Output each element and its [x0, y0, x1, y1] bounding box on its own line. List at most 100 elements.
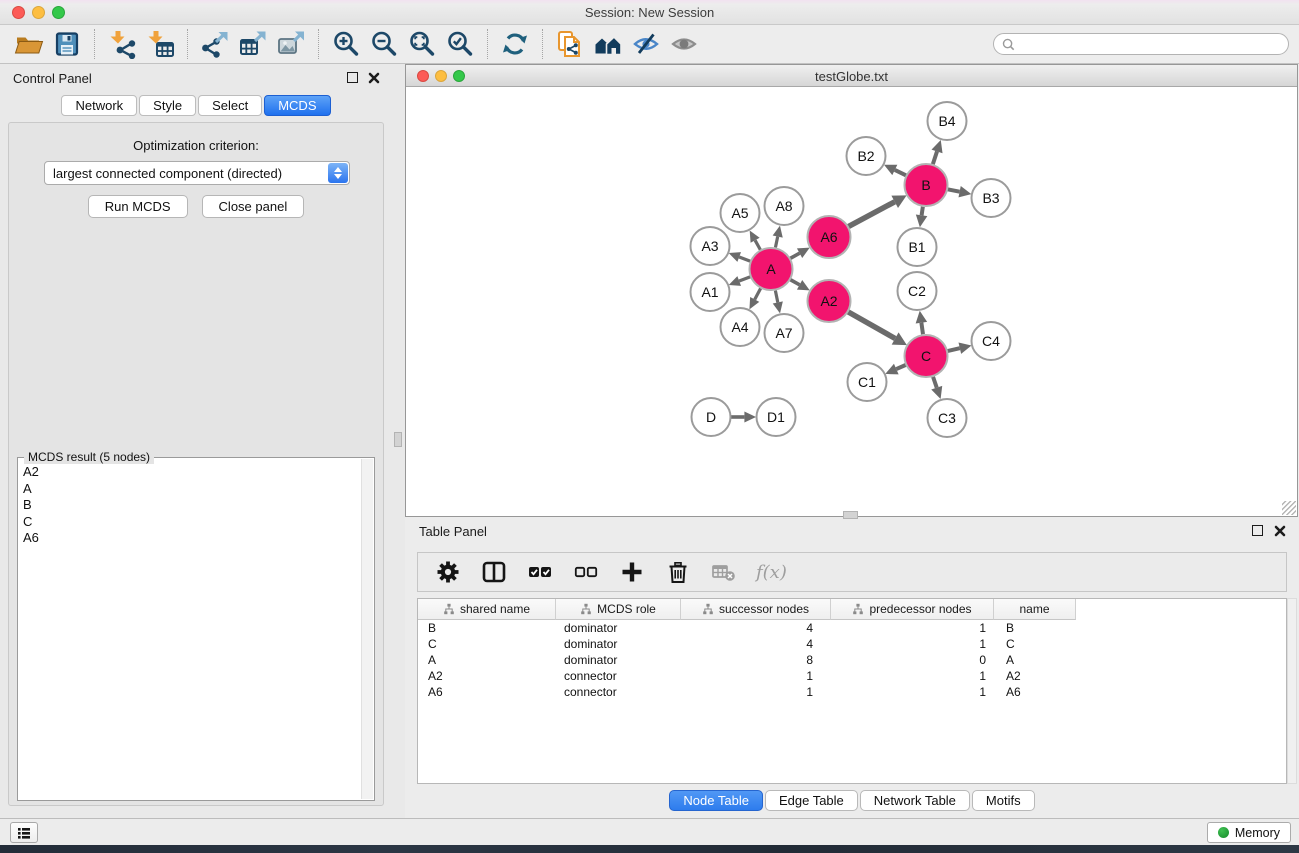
float-table-panel-icon[interactable] [1252, 525, 1263, 536]
result-scrollbar[interactable] [361, 459, 373, 799]
close-panel-icon[interactable] [368, 72, 380, 84]
show-eye-button[interactable] [665, 28, 703, 60]
table-cell[interactable]: 1 [681, 684, 831, 700]
graph-edge-A-A5[interactable] [750, 230, 761, 249]
table-row[interactable]: A6connector11A6 [418, 684, 1286, 700]
table-scrollbar[interactable] [1287, 598, 1297, 784]
graph-node-C2[interactable]: C2 [898, 272, 937, 310]
graph-edge-D-D1[interactable] [731, 412, 756, 423]
table-cell[interactable]: B [418, 620, 556, 636]
table-row[interactable]: Adominator80A [418, 652, 1286, 668]
table-cell[interactable]: 1 [831, 668, 994, 684]
graph-node-A2[interactable]: A2 [808, 280, 851, 322]
table-settings-button[interactable] [434, 559, 461, 586]
column-header-name[interactable]: name [994, 599, 1076, 620]
graph-node-B[interactable]: B [905, 164, 948, 206]
graph-node-C1[interactable]: C1 [848, 363, 887, 401]
export-table-button[interactable] [234, 28, 272, 60]
table-cell[interactable]: dominator [556, 636, 681, 652]
window-resize-grip[interactable] [1282, 501, 1296, 515]
column-header-shared-name[interactable]: shared name [418, 599, 556, 620]
column-header-predecessor-nodes[interactable]: predecessor nodes [831, 599, 994, 620]
graph-edge-A-A4[interactable] [749, 288, 760, 309]
graph-edge-A-A8[interactable] [773, 226, 783, 248]
delete-columns-button[interactable] [664, 559, 691, 586]
graph-node-C[interactable]: C [905, 335, 948, 377]
clone-network-button[interactable] [551, 28, 589, 60]
select-all-columns-button[interactable] [526, 559, 553, 586]
run-mcds-button[interactable]: Run MCDS [88, 195, 188, 218]
graph-edge-B-B1[interactable] [916, 207, 927, 227]
graph-node-A3[interactable]: A3 [691, 227, 730, 265]
graph-node-D1[interactable]: D1 [757, 398, 796, 436]
column-header-successor-nodes[interactable]: successor nodes [681, 599, 831, 620]
table-row[interactable]: Cdominator41C [418, 636, 1286, 652]
graph-edge-B-B4[interactable] [932, 140, 943, 164]
result-item[interactable]: C [23, 514, 360, 531]
table-cell[interactable]: A [994, 652, 1076, 668]
table-cell[interactable]: A6 [418, 684, 556, 700]
zoom-out-button[interactable] [365, 28, 403, 60]
column-header-MCDS-role[interactable]: MCDS role [556, 599, 681, 620]
graph-node-A[interactable]: A [750, 248, 793, 290]
delete-table-button[interactable] [710, 559, 737, 586]
table-cell[interactable]: 1 [831, 684, 994, 700]
table-cell[interactable]: 8 [681, 652, 831, 668]
graph-edge-C-C2[interactable] [916, 311, 927, 334]
open-session-button[interactable] [10, 28, 48, 60]
graph-edge-C-C4[interactable] [947, 343, 971, 354]
result-item[interactable]: A6 [23, 530, 360, 547]
task-history-button[interactable] [10, 822, 38, 843]
show-columns-button[interactable] [480, 559, 507, 586]
table-cell[interactable]: 1 [831, 620, 994, 636]
tab-network-table[interactable]: Network Table [860, 790, 970, 811]
table-cell[interactable]: A2 [418, 668, 556, 684]
divider-handle[interactable] [394, 432, 402, 447]
graph-node-A7[interactable]: A7 [765, 314, 804, 352]
graph-edge-A-A6[interactable] [790, 248, 809, 259]
table-row[interactable]: Bdominator41B [418, 620, 1286, 636]
graph-node-B4[interactable]: B4 [928, 102, 967, 140]
graph-node-C3[interactable]: C3 [928, 399, 967, 437]
table-cell[interactable]: connector [556, 668, 681, 684]
table-cell[interactable]: C [418, 636, 556, 652]
graph-node-C4[interactable]: C4 [972, 322, 1011, 360]
search-field[interactable] [993, 33, 1289, 55]
network-canvas[interactable]: B4B2BB3A8A5A6A3B1AA1C2A2A4A7C4CC1C3DD1 [406, 87, 1297, 516]
refresh-view-button[interactable] [496, 28, 534, 60]
graph-edge-A6-B[interactable] [848, 195, 906, 226]
table-cell[interactable]: C [994, 636, 1076, 652]
tab-node-table[interactable]: Node Table [669, 790, 763, 811]
close-panel-button[interactable]: Close panel [202, 195, 305, 218]
table-cell[interactable]: B [994, 620, 1076, 636]
table-row[interactable]: A2connector11A2 [418, 668, 1286, 684]
import-table-button[interactable] [141, 28, 179, 60]
table-cell[interactable]: 1 [681, 668, 831, 684]
memory-button[interactable]: Memory [1207, 822, 1291, 843]
graph-node-A8[interactable]: A8 [765, 187, 804, 225]
result-item[interactable]: A2 [23, 464, 360, 481]
save-session-button[interactable] [48, 28, 86, 60]
houses-button[interactable] [589, 28, 627, 60]
function-builder-button[interactable]: f(x) [756, 559, 787, 586]
vertical-split-divider[interactable] [392, 64, 405, 818]
zoom-selected-button[interactable] [441, 28, 479, 60]
close-table-panel-icon[interactable] [1274, 525, 1286, 537]
graph-edge-A-A7[interactable] [773, 291, 783, 314]
tab-edge-table[interactable]: Edge Table [765, 790, 858, 811]
tab-select[interactable]: Select [198, 95, 262, 116]
graph-edge-B-B3[interactable] [948, 186, 972, 197]
import-network-button[interactable] [103, 28, 141, 60]
table-cell[interactable]: 4 [681, 636, 831, 652]
table-cell[interactable]: 0 [831, 652, 994, 668]
result-item[interactable]: A [23, 481, 360, 498]
table-cell[interactable]: 4 [681, 620, 831, 636]
create-column-button[interactable] [618, 559, 645, 586]
table-cell[interactable]: dominator [556, 620, 681, 636]
unselect-all-columns-button[interactable] [572, 559, 599, 586]
graph-node-B2[interactable]: B2 [847, 137, 886, 175]
graph-node-B1[interactable]: B1 [898, 228, 937, 266]
result-item[interactable]: B [23, 497, 360, 514]
horizontal-divider-handle[interactable] [843, 511, 858, 519]
graph-edge-A-A3[interactable] [729, 252, 751, 262]
